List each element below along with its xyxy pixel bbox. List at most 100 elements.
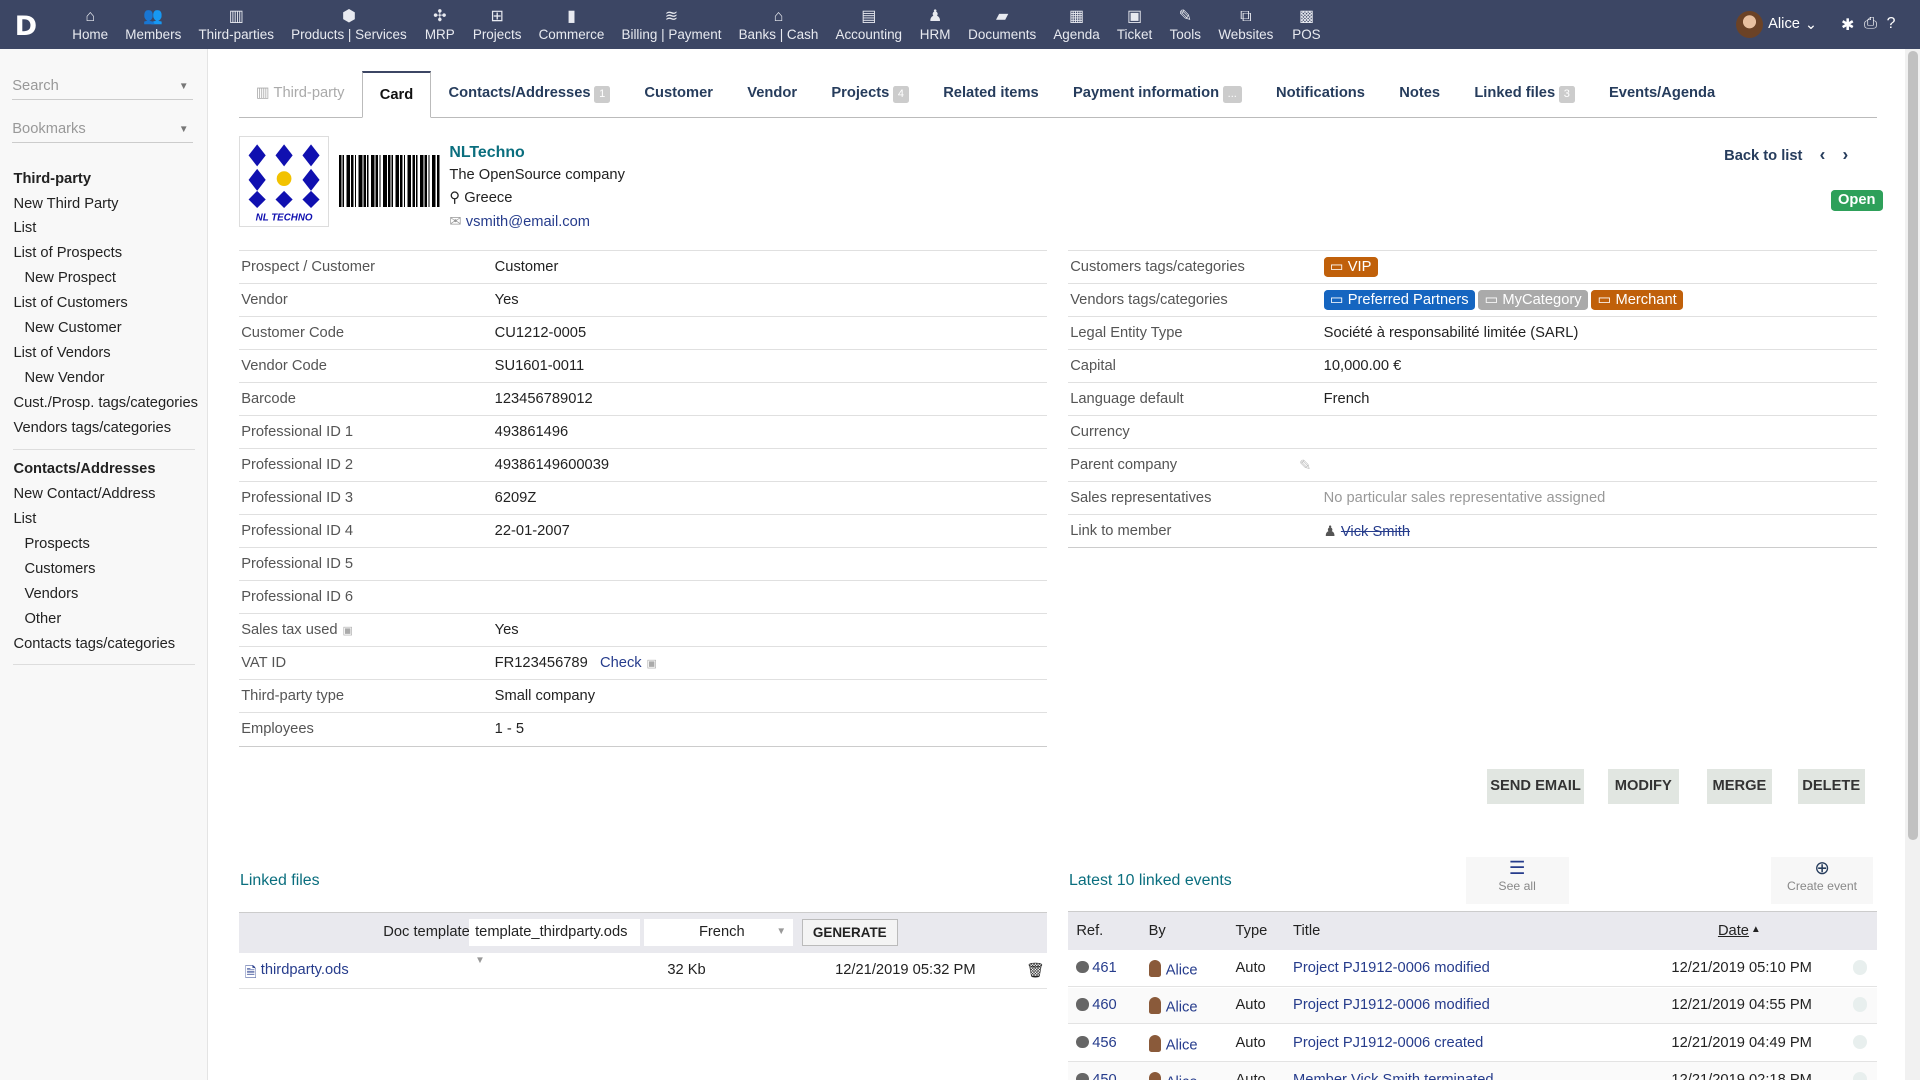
event-by[interactable]: Alice <box>1148 1034 1198 1053</box>
event-ref[interactable]: 461 <box>1076 960 1117 976</box>
menu-members[interactable]: 👥 Members <box>117 0 190 49</box>
tab-vendor[interactable]: Vendor <box>730 71 814 116</box>
sidebar-item[interactable]: Contacts tags/categories <box>13 632 198 657</box>
sidebar-item[interactable]: List of Customers <box>13 291 198 316</box>
menu-third-parties[interactable]: ▥ Third-parties <box>190 0 283 49</box>
edit-pencil-icon[interactable]: ✎ <box>1299 457 1311 474</box>
event-ref-link[interactable]: 450 <box>1092 1072 1117 1080</box>
sidebar-item[interactable]: New Contact/Address <box>13 482 198 507</box>
file-link[interactable]: thirdparty.ods <box>261 962 349 978</box>
category-tag[interactable]: ▭ Merchant <box>1591 290 1683 310</box>
menu-banks[interactable]: ⌂ Banks | Cash <box>730 0 827 49</box>
event-ref[interactable]: 450 <box>1076 1072 1117 1080</box>
event-by[interactable]: Alice <box>1148 997 1198 1016</box>
sidebar-item[interactable]: New Vendor <box>13 366 198 391</box>
help-icon[interactable]: ▣ <box>647 658 657 670</box>
event-title-link[interactable]: Project PJ1912-0006 modified <box>1293 997 1490 1013</box>
event-ref[interactable]: 456 <box>1076 1035 1117 1051</box>
menu-commerce[interactable]: ▮ Commerce <box>530 0 613 49</box>
menu-mrp[interactable]: ✣ MRP <box>415 0 464 49</box>
sidebar-item[interactable]: Prospects <box>13 532 198 557</box>
help-icon[interactable]: ? <box>1887 15 1896 35</box>
menu-tools[interactable]: ✎ Tools <box>1161 0 1210 49</box>
col-by[interactable]: By <box>1149 923 1166 939</box>
language-select[interactable]: French ▼ <box>644 919 794 947</box>
event-user-link[interactable]: Alice <box>1166 1075 1198 1080</box>
menu-home[interactable]: ⌂ Home <box>64 0 117 49</box>
next-icon[interactable]: › <box>1842 144 1865 164</box>
sidebar-group-title[interactable]: Third-party <box>13 167 198 192</box>
event-title-link[interactable]: Member Vick Smith terminated <box>1293 1072 1494 1080</box>
merge-button[interactable]: MERGE <box>1706 768 1772 805</box>
event-by[interactable]: Alice <box>1148 959 1198 979</box>
tab-payment-information[interactable]: Payment information... <box>1056 71 1259 116</box>
app-logo[interactable]: D <box>15 11 37 42</box>
event-by[interactable]: Alice <box>1148 1072 1198 1080</box>
company-email[interactable]: vsmith@email.com <box>466 214 590 230</box>
help-icon[interactable]: ▣ <box>342 625 352 637</box>
menu-accounting[interactable]: ▤ Accounting <box>827 0 911 49</box>
bookmarks-select[interactable]: Bookmarks ▼ <box>12 116 194 144</box>
tab-related-items[interactable]: Related items <box>926 71 1056 116</box>
scrollbar-thumb[interactable] <box>1907 51 1918 840</box>
menu-projects[interactable]: ⊞ Projects <box>464 0 530 49</box>
sidebar-item[interactable]: New Prospect <box>13 266 198 291</box>
category-tag[interactable]: ▭ MyCategory <box>1478 290 1588 310</box>
tab-notifications[interactable]: Notifications <box>1259 71 1382 116</box>
tab-events-agenda[interactable]: Events/Agenda <box>1592 71 1732 116</box>
col-ref[interactable]: Ref. <box>1076 923 1103 939</box>
menu-agenda[interactable]: ▦ Agenda <box>1045 0 1109 49</box>
menu-documents[interactable]: ▰ Documents <box>960 0 1045 49</box>
tab-card[interactable]: Card <box>361 71 432 118</box>
sidebar-item[interactable]: Vendors tags/categories <box>13 416 198 441</box>
tab-third-party[interactable]: ▥ Third-party <box>239 71 362 116</box>
menu-pos[interactable]: ▩ POS <box>1282 0 1331 49</box>
sidebar-item[interactable]: List <box>13 216 198 241</box>
event-user-link[interactable]: Alice <box>1166 963 1198 979</box>
sidebar-item[interactable]: Vendors <box>13 582 198 607</box>
bug-icon[interactable]: ✱ <box>1841 15 1854 35</box>
menu-websites[interactable]: ⧉ Websites <box>1210 0 1282 49</box>
col-title[interactable]: Title <box>1293 923 1320 939</box>
create-event-button[interactable]: ⊕ Create event <box>1770 857 1874 904</box>
col-date[interactable]: Date <box>1718 923 1749 939</box>
event-ref-link[interactable]: 460 <box>1092 997 1117 1013</box>
user-menu[interactable]: Alice ⌄ <box>1736 11 1817 38</box>
event-ref[interactable]: 460 <box>1076 997 1117 1013</box>
print-icon[interactable]: ⎙ <box>1864 15 1877 35</box>
event-title-link[interactable]: Project PJ1912-0006 modified <box>1293 960 1490 976</box>
category-tag[interactable]: ▭ VIP <box>1323 257 1378 277</box>
tab-linked-files[interactable]: Linked files 3 <box>1457 71 1592 116</box>
col-type[interactable]: Type <box>1236 923 1268 939</box>
sidebar-item[interactable]: List of Vendors <box>13 341 198 366</box>
page-scrollbar[interactable] <box>1905 48 1920 1080</box>
sidebar-item[interactable]: Cust./Prosp. tags/categories <box>13 391 198 416</box>
sidebar-item[interactable]: New Third Party <box>13 192 198 217</box>
event-user-link[interactable]: Alice <box>1166 1000 1198 1016</box>
previous-icon[interactable]: ‹ <box>1820 144 1843 164</box>
event-ref-link[interactable]: 461 <box>1092 960 1117 976</box>
send-email-button[interactable]: SEND EMAIL <box>1486 768 1585 805</box>
sidebar-item[interactable]: New Customer <box>13 316 198 341</box>
tab-contacts-addresses[interactable]: Contacts/Addresses 1 <box>431 71 627 116</box>
vat-check-link[interactable]: Check <box>600 655 642 671</box>
back-to-list-link[interactable]: Back to list <box>1724 148 1802 164</box>
sidebar-item[interactable]: Customers <box>13 557 198 582</box>
event-ref-link[interactable]: 456 <box>1092 1035 1117 1051</box>
menu-billing[interactable]: ≋ Billing | Payment <box>613 0 730 49</box>
sidebar-group-title[interactable]: Contacts/Addresses <box>13 457 198 482</box>
tab-customer[interactable]: Customer <box>627 71 730 116</box>
event-user-link[interactable]: Alice <box>1166 1037 1198 1053</box>
sidebar-item[interactable]: Other <box>13 607 198 632</box>
generate-button[interactable]: GENERATE <box>802 919 898 947</box>
menu-products[interactable]: ⬢ Products | Services <box>283 0 416 49</box>
menu-ticket[interactable]: ▣ Ticket <box>1108 0 1161 49</box>
menu-hrm[interactable]: ♟ HRM <box>911 0 960 49</box>
search-select[interactable]: Search ▼ <box>12 73 194 101</box>
delete-button[interactable]: DELETE <box>1797 768 1865 805</box>
category-tag[interactable]: ▭ Preferred Partners <box>1323 290 1475 310</box>
sidebar-item[interactable]: List <box>13 507 198 532</box>
trash-icon[interactable]: 🗑 <box>1026 961 1045 979</box>
event-title-link[interactable]: Project PJ1912-0006 created <box>1293 1035 1483 1051</box>
tab-notes[interactable]: Notes <box>1382 71 1457 116</box>
